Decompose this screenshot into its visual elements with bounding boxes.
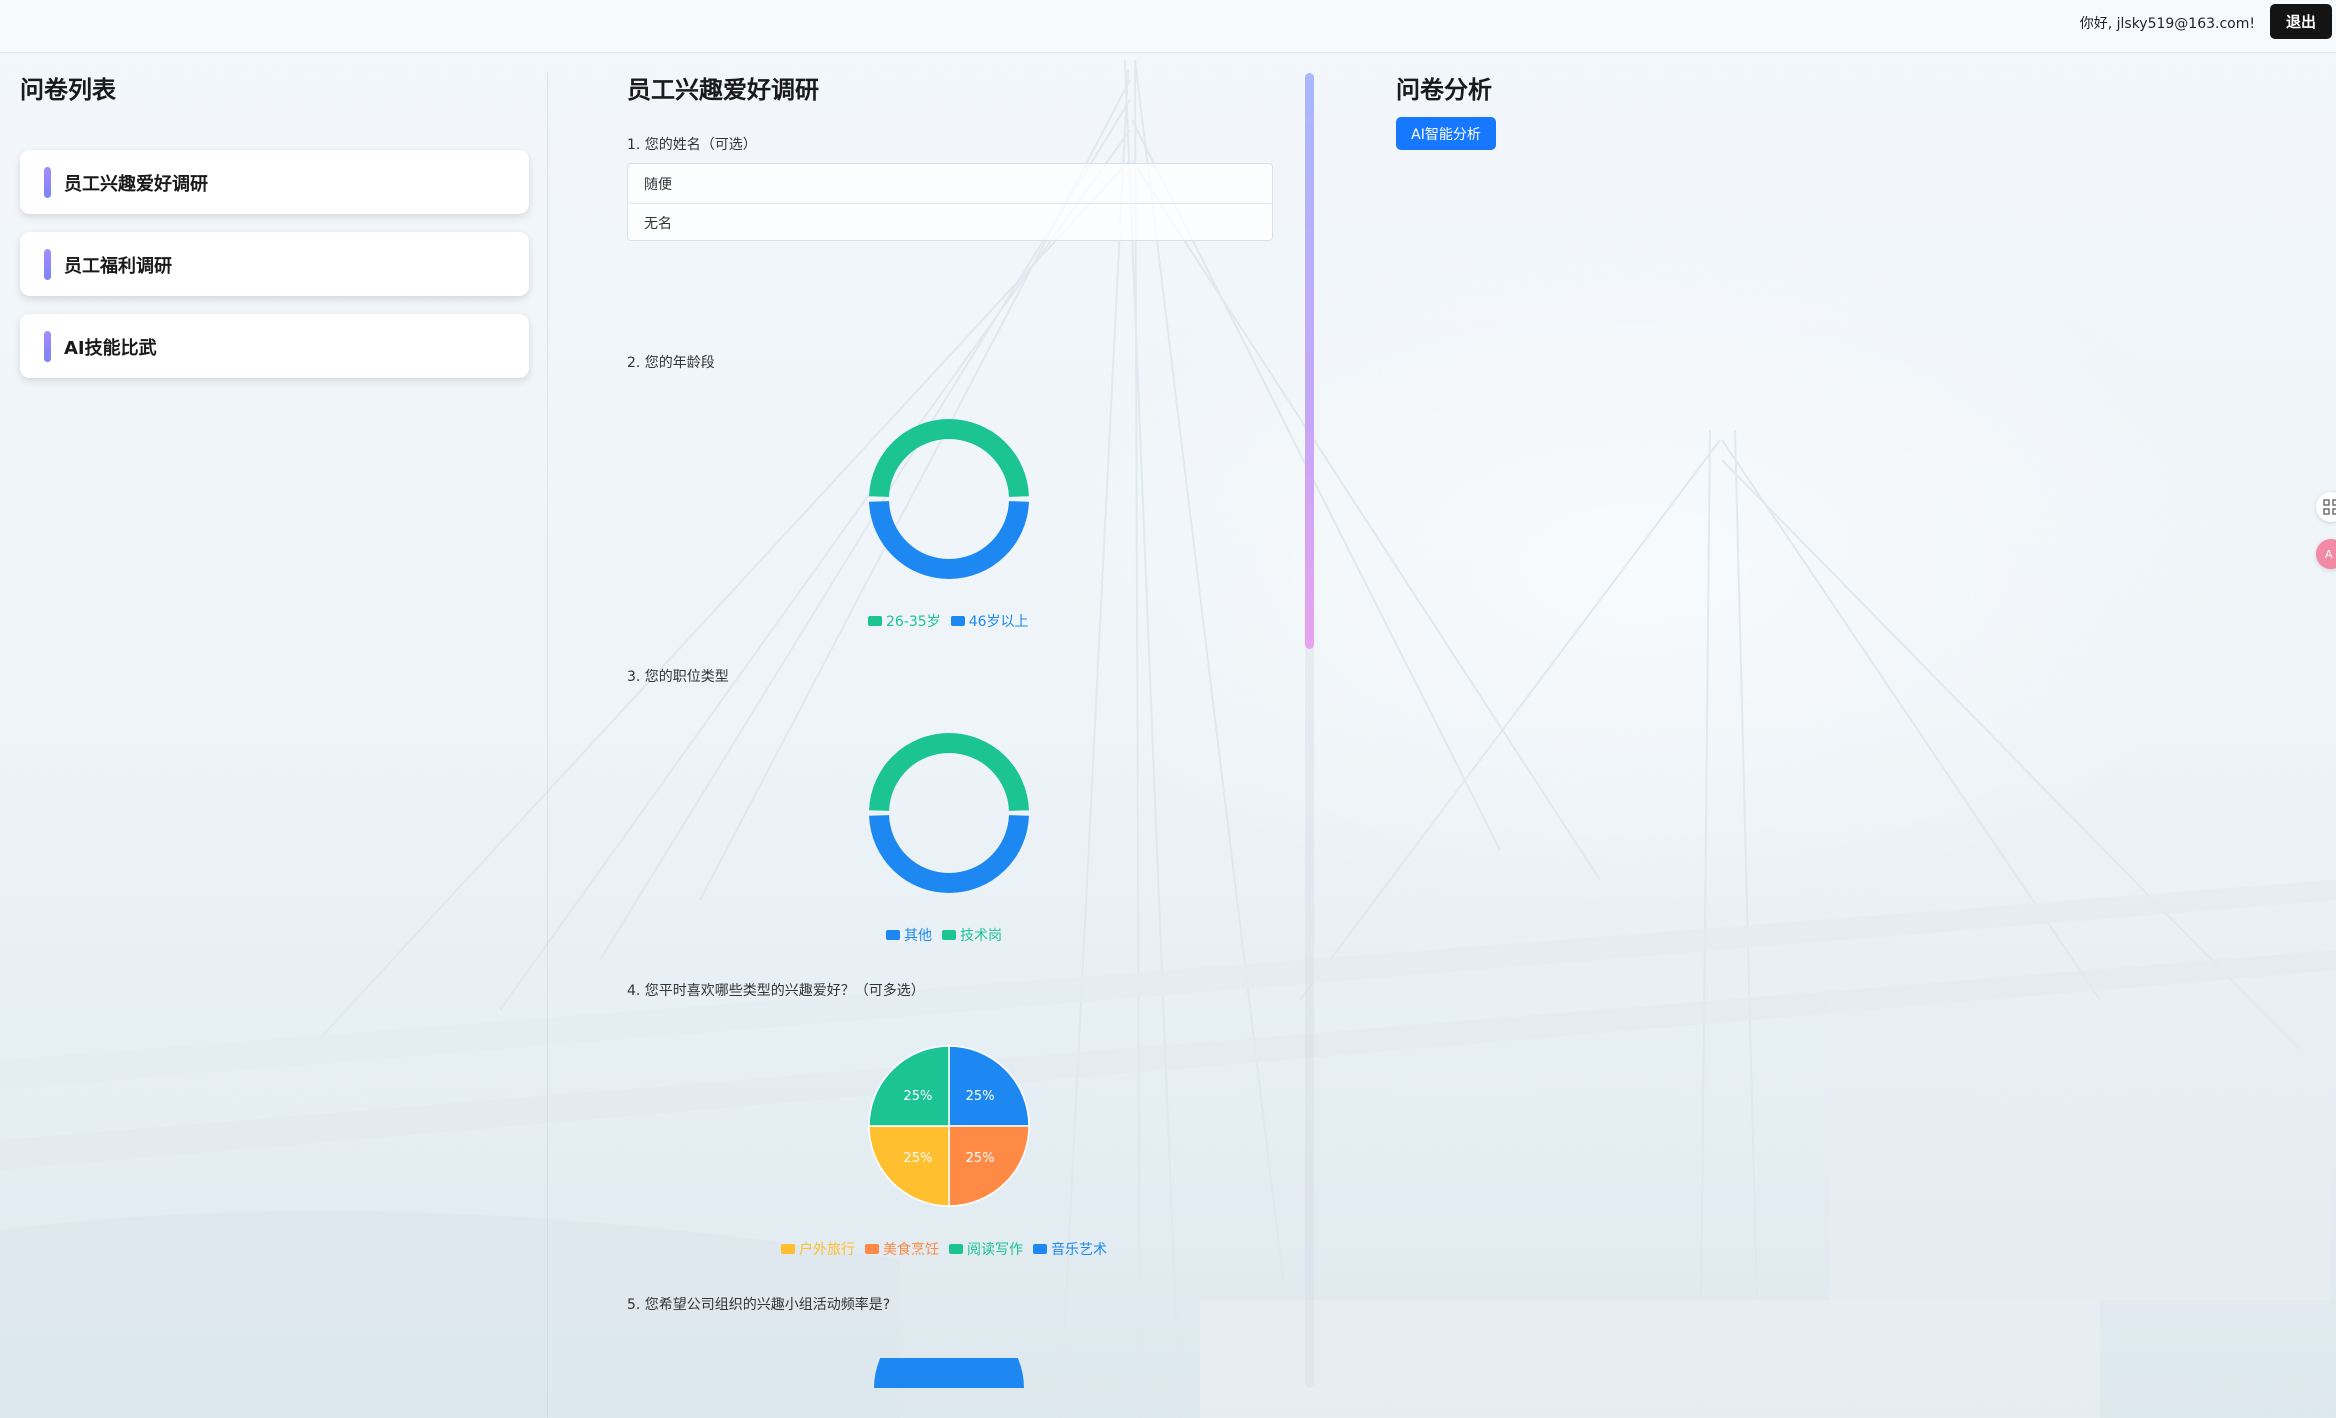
legend-swatch	[1033, 1244, 1047, 1254]
user-greeting: 你好, jlsky519@163.com!	[2079, 16, 2255, 32]
frequency-chart-slice	[874, 1358, 1024, 1388]
survey-item-accent	[44, 167, 51, 198]
survey-item-ai-skills[interactable]: AI技能比武	[20, 314, 529, 378]
analysis-title: 问卷分析	[1396, 76, 1492, 104]
legend-swatch	[942, 930, 956, 940]
legend-item[interactable]: 26-35岁	[868, 611, 941, 631]
column-divider	[547, 72, 548, 1418]
position-donut-chart	[869, 732, 1029, 894]
legend-swatch	[886, 930, 900, 940]
chart-slice-26-35岁	[869, 418, 1029, 497]
chart-slice-其他	[869, 815, 1029, 894]
legend-swatch	[865, 1244, 879, 1254]
translate-icon[interactable]: A	[2316, 539, 2336, 569]
text-answers-list: 随便 无名	[627, 163, 1273, 241]
legend-item[interactable]: 46岁以上	[950, 611, 1029, 631]
frequency-chart-partial	[874, 1358, 1024, 1388]
question-label: 2. 您的年龄段	[627, 355, 715, 371]
legend-item[interactable]: 阅读写作	[949, 1239, 1023, 1259]
legend-swatch	[950, 616, 965, 626]
legend-label: 美食烹饪	[883, 1242, 939, 1258]
legend-label: 46岁以上	[968, 614, 1029, 630]
question-label: 4. 您平时喜欢哪些类型的兴趣爱好？（可多选）	[627, 983, 925, 999]
results-scrollbar-thumb[interactable]	[1305, 73, 1314, 649]
legend-label: 技术岗	[960, 928, 1002, 944]
text-answer: 无名	[628, 203, 1272, 242]
survey-item-accent	[44, 249, 51, 280]
legend-swatch	[781, 1244, 795, 1254]
grid-icon[interactable]	[2316, 492, 2336, 522]
svg-text:A: A	[2325, 548, 2333, 561]
chart-data-label: 25%	[903, 1089, 932, 1104]
legend-item[interactable]: 美食烹饪	[865, 1239, 939, 1259]
legend-label: 26-35岁	[886, 614, 941, 630]
text-answer: 随便	[644, 176, 672, 193]
chart-slice-技术岗	[869, 732, 1029, 811]
survey-item-label: AI技能比武	[64, 338, 157, 359]
hobby-pie-chart: 25% 25% 25% 25%	[868, 1045, 1030, 1207]
survey-list-title: 问卷列表	[20, 76, 116, 104]
survey-item-accent	[44, 331, 51, 362]
legend-label: 其他	[904, 928, 932, 944]
age-donut-chart	[869, 418, 1029, 580]
legend-label: 阅读写作	[967, 1242, 1023, 1258]
logout-button[interactable]: 退出	[2270, 4, 2332, 39]
age-chart-legend: 26-35岁 46岁以上	[868, 611, 1029, 631]
legend-label: 音乐艺术	[1051, 1242, 1107, 1258]
ai-analysis-button[interactable]: AI智能分析	[1396, 117, 1496, 150]
survey-item-hobby[interactable]: 员工兴趣爱好调研	[20, 150, 529, 214]
chart-data-label: 25%	[966, 1089, 995, 1104]
survey-item-welfare[interactable]: 员工福利调研	[20, 232, 529, 296]
legend-swatch	[868, 616, 882, 626]
chart-data-label: 25%	[966, 1151, 995, 1166]
legend-item[interactable]: 技术岗	[942, 925, 1002, 945]
legend-item[interactable]: 户外旅行	[781, 1239, 855, 1259]
question-label: 5. 您希望公司组织的兴趣小组活动频率是?	[627, 1297, 891, 1313]
question-label: 1. 您的姓名（可选）	[627, 137, 757, 153]
hobby-chart-legend: 户外旅行 美食烹饪 阅读写作 音乐艺术	[781, 1239, 1107, 1259]
position-chart-legend: 其他 技术岗	[886, 925, 1002, 945]
legend-label: 户外旅行	[799, 1242, 855, 1258]
chart-slice-阅读写作	[868, 1045, 950, 1127]
chart-data-label: 25%	[903, 1151, 932, 1166]
legend-swatch	[949, 1244, 963, 1254]
chart-slice-音乐艺术	[948, 1045, 1030, 1127]
survey-title: 员工兴趣爱好调研	[627, 76, 819, 104]
chart-slice-46岁以上	[869, 501, 1029, 580]
survey-item-label: 员工兴趣爱好调研	[64, 174, 208, 195]
question-label: 3. 您的职位类型	[627, 669, 729, 685]
top-bar: 你好, jlsky519@163.com! 退出	[0, 0, 2336, 53]
legend-item[interactable]: 音乐艺术	[1033, 1239, 1107, 1259]
legend-item[interactable]: 其他	[886, 925, 932, 945]
survey-item-label: 员工福利调研	[64, 256, 172, 277]
